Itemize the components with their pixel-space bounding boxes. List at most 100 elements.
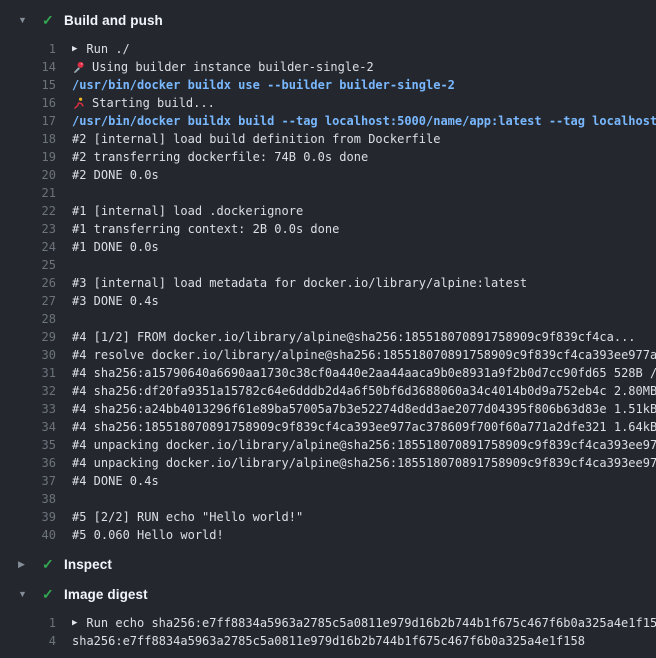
- line-number[interactable]: 35: [0, 436, 56, 454]
- log-text-content: #5 0.060 Hello world!: [72, 526, 224, 544]
- line-number[interactable]: 14: [0, 58, 56, 76]
- log-text: ▶ Run ./: [72, 40, 130, 58]
- section-header[interactable]: ▼✓Build and push: [0, 10, 656, 30]
- chevron-down-icon[interactable]: ▼: [18, 584, 32, 604]
- log-text: #4 unpacking docker.io/library/alpine@sh…: [72, 454, 656, 472]
- log-line: 14 Using builder instance builder-single-…: [0, 58, 656, 76]
- log-line: 21: [0, 184, 656, 202]
- line-number[interactable]: 1: [0, 40, 56, 58]
- log-text-content: #4 sha256:df20fa9351a15782c64e6dddb2d4a6…: [72, 382, 656, 400]
- line-number[interactable]: 32: [0, 382, 56, 400]
- log-line: 40 #5 0.060 Hello world!: [0, 526, 656, 544]
- line-number[interactable]: 39: [0, 508, 56, 526]
- line-number[interactable]: 38: [0, 490, 56, 508]
- log-text: #4 [1/2] FROM docker.io/library/alpine@s…: [72, 328, 636, 346]
- line-number[interactable]: 30: [0, 346, 56, 364]
- log-text-content: #3 [internal] load metadata for docker.i…: [72, 274, 527, 292]
- log-text: #4 unpacking docker.io/library/alpine@sh…: [72, 436, 656, 454]
- log-lines: 1 ▶Run echo sha256:e7ff8834a5963a2785c5a0…: [0, 614, 656, 650]
- chevron-right-icon[interactable]: ▶: [18, 554, 32, 574]
- log-line: 26 #3 [internal] load metadata for docker…: [0, 274, 656, 292]
- log-text-content: #2 [internal] load build definition from…: [72, 130, 440, 148]
- line-number[interactable]: 33: [0, 400, 56, 418]
- log-line: 16 Starting build...: [0, 94, 656, 112]
- log-text-content: #5 [2/2] RUN echo "Hello world!": [72, 508, 303, 526]
- line-number[interactable]: 31: [0, 364, 56, 382]
- log-line: 1 ▶Run echo sha256:e7ff8834a5963a2785c5a0…: [0, 614, 656, 632]
- log-line: 30 #4 resolve docker.io/library/alpine@sh…: [0, 346, 656, 364]
- log-viewer: ▼✓Build and push1▶Run ./14Using builder …: [0, 0, 656, 650]
- section-title: Build and push: [64, 13, 163, 28]
- log-text: #1 DONE 0.0s: [72, 238, 159, 256]
- log-text: Using builder instance builder-single-2: [72, 58, 374, 76]
- log-line: 17/usr/bin/docker buildx build --tag loc…: [0, 112, 656, 130]
- line-number[interactable]: 24: [0, 238, 56, 256]
- log-text-content: #4 sha256:a15790640a6690aa1730c38cf0a440…: [72, 364, 656, 382]
- line-number[interactable]: 37: [0, 472, 56, 490]
- line-number[interactable]: 40: [0, 526, 56, 544]
- line-number[interactable]: 19: [0, 148, 56, 166]
- line-number[interactable]: 4: [0, 632, 56, 650]
- line-number[interactable]: 21: [0, 184, 56, 202]
- command-text: /usr/bin/docker buildx build --tag local…: [72, 112, 656, 130]
- log-line: 32 #4 sha256:df20fa9351a15782c64e6dddb2d4…: [0, 382, 656, 400]
- log-text: #2 [internal] load build definition from…: [72, 130, 440, 148]
- log-text-content: #4 sha256:a24bb4013296f61e89ba57005a7b3e…: [72, 400, 656, 418]
- log-text-content: /usr/bin/docker buildx build --tag local…: [72, 112, 656, 130]
- line-number[interactable]: 25: [0, 256, 56, 274]
- log-text: ▶Run echo sha256:e7ff8834a5963a2785c5a08…: [72, 614, 656, 632]
- log-line: 29 #4 [1/2] FROM docker.io/library/alpine…: [0, 328, 656, 346]
- log-text-content: Starting build...: [92, 94, 215, 112]
- line-number[interactable]: 36: [0, 454, 56, 472]
- line-number[interactable]: 18: [0, 130, 56, 148]
- section-title: Inspect: [64, 557, 112, 572]
- log-text: #4 sha256:df20fa9351a15782c64e6dddb2d4a6…: [72, 382, 656, 400]
- log-text-content: Run ./: [86, 40, 129, 58]
- log-text: #4 sha256:185518070891758909c9f839cf4ca3…: [72, 418, 656, 436]
- log-line: 25: [0, 256, 656, 274]
- log-section-build-and-push: ▼✓Build and push 1 ▶ Run ./ 14 Using builder …: [0, 0, 656, 544]
- log-line: 31 #4 sha256:a15790640a6690aa1730c38cf0a4…: [0, 364, 656, 382]
- chevron-down-icon[interactable]: ▼: [18, 10, 32, 30]
- line-number[interactable]: 17: [0, 112, 56, 130]
- log-text-content: #1 transferring context: 2B 0.0s done: [72, 220, 339, 238]
- line-number[interactable]: 34: [0, 418, 56, 436]
- log-text: #4 sha256:a15790640a6690aa1730c38cf0a440…: [72, 364, 656, 382]
- log-line: 23 #1 transferring context: 2B 0.0s done: [0, 220, 656, 238]
- line-number[interactable]: 22: [0, 202, 56, 220]
- log-text: #3 DONE 0.4s: [72, 292, 159, 310]
- log-text-content: #4 sha256:185518070891758909c9f839cf4ca3…: [72, 418, 656, 436]
- expand-run-icon[interactable]: ▶: [72, 40, 77, 58]
- log-section-inspect: ▶ ✓Inspect: [0, 544, 656, 574]
- check-icon: ✓: [42, 554, 64, 574]
- log-lines: 1 ▶ Run ./ 14 Using builder instance builder…: [0, 40, 656, 544]
- line-number[interactable]: 20: [0, 166, 56, 184]
- line-number[interactable]: 16: [0, 94, 56, 112]
- expand-run-icon[interactable]: ▶: [72, 614, 77, 632]
- log-line: 1 ▶ Run ./: [0, 40, 656, 58]
- log-line: 36 #4 unpacking docker.io/library/alpine@…: [0, 454, 656, 472]
- log-text: #5 0.060 Hello world!: [72, 526, 224, 544]
- line-number[interactable]: 23: [0, 220, 56, 238]
- log-text-content: #4 unpacking docker.io/library/alpine@sh…: [72, 454, 656, 472]
- log-text-content: #2 DONE 0.0s: [72, 166, 159, 184]
- log-line: 34 #4 sha256:185518070891758909c9f839cf4c…: [0, 418, 656, 436]
- log-text: #5 [2/2] RUN echo "Hello world!": [72, 508, 303, 526]
- line-number[interactable]: 29: [0, 328, 56, 346]
- log-text: #3 [internal] load metadata for docker.i…: [72, 274, 527, 292]
- log-text: sha256:e7ff8834a5963a2785c5a0811e979d16b…: [72, 632, 585, 650]
- log-line: 24 #1 DONE 0.0s: [0, 238, 656, 256]
- line-number[interactable]: 27: [0, 292, 56, 310]
- log-text: #4 sha256:a24bb4013296f61e89ba57005a7b3e…: [72, 400, 656, 418]
- line-number[interactable]: 1: [0, 614, 56, 632]
- line-number[interactable]: 28: [0, 310, 56, 328]
- section-header[interactable]: ▼✓Image digest: [0, 584, 656, 604]
- section-header[interactable]: ▶ ✓Inspect: [0, 554, 656, 574]
- line-number[interactable]: 26: [0, 274, 56, 292]
- log-line: 19 #2 transferring dockerfile: 74B 0.0s d…: [0, 148, 656, 166]
- log-text-content: #1 DONE 0.0s: [72, 238, 159, 256]
- line-number[interactable]: 15: [0, 76, 56, 94]
- log-text: #4 resolve docker.io/library/alpine@sha2…: [72, 346, 656, 364]
- log-line: 33 #4 sha256:a24bb4013296f61e89ba57005a7b…: [0, 400, 656, 418]
- log-text-content: #2 transferring dockerfile: 74B 0.0s don…: [72, 148, 368, 166]
